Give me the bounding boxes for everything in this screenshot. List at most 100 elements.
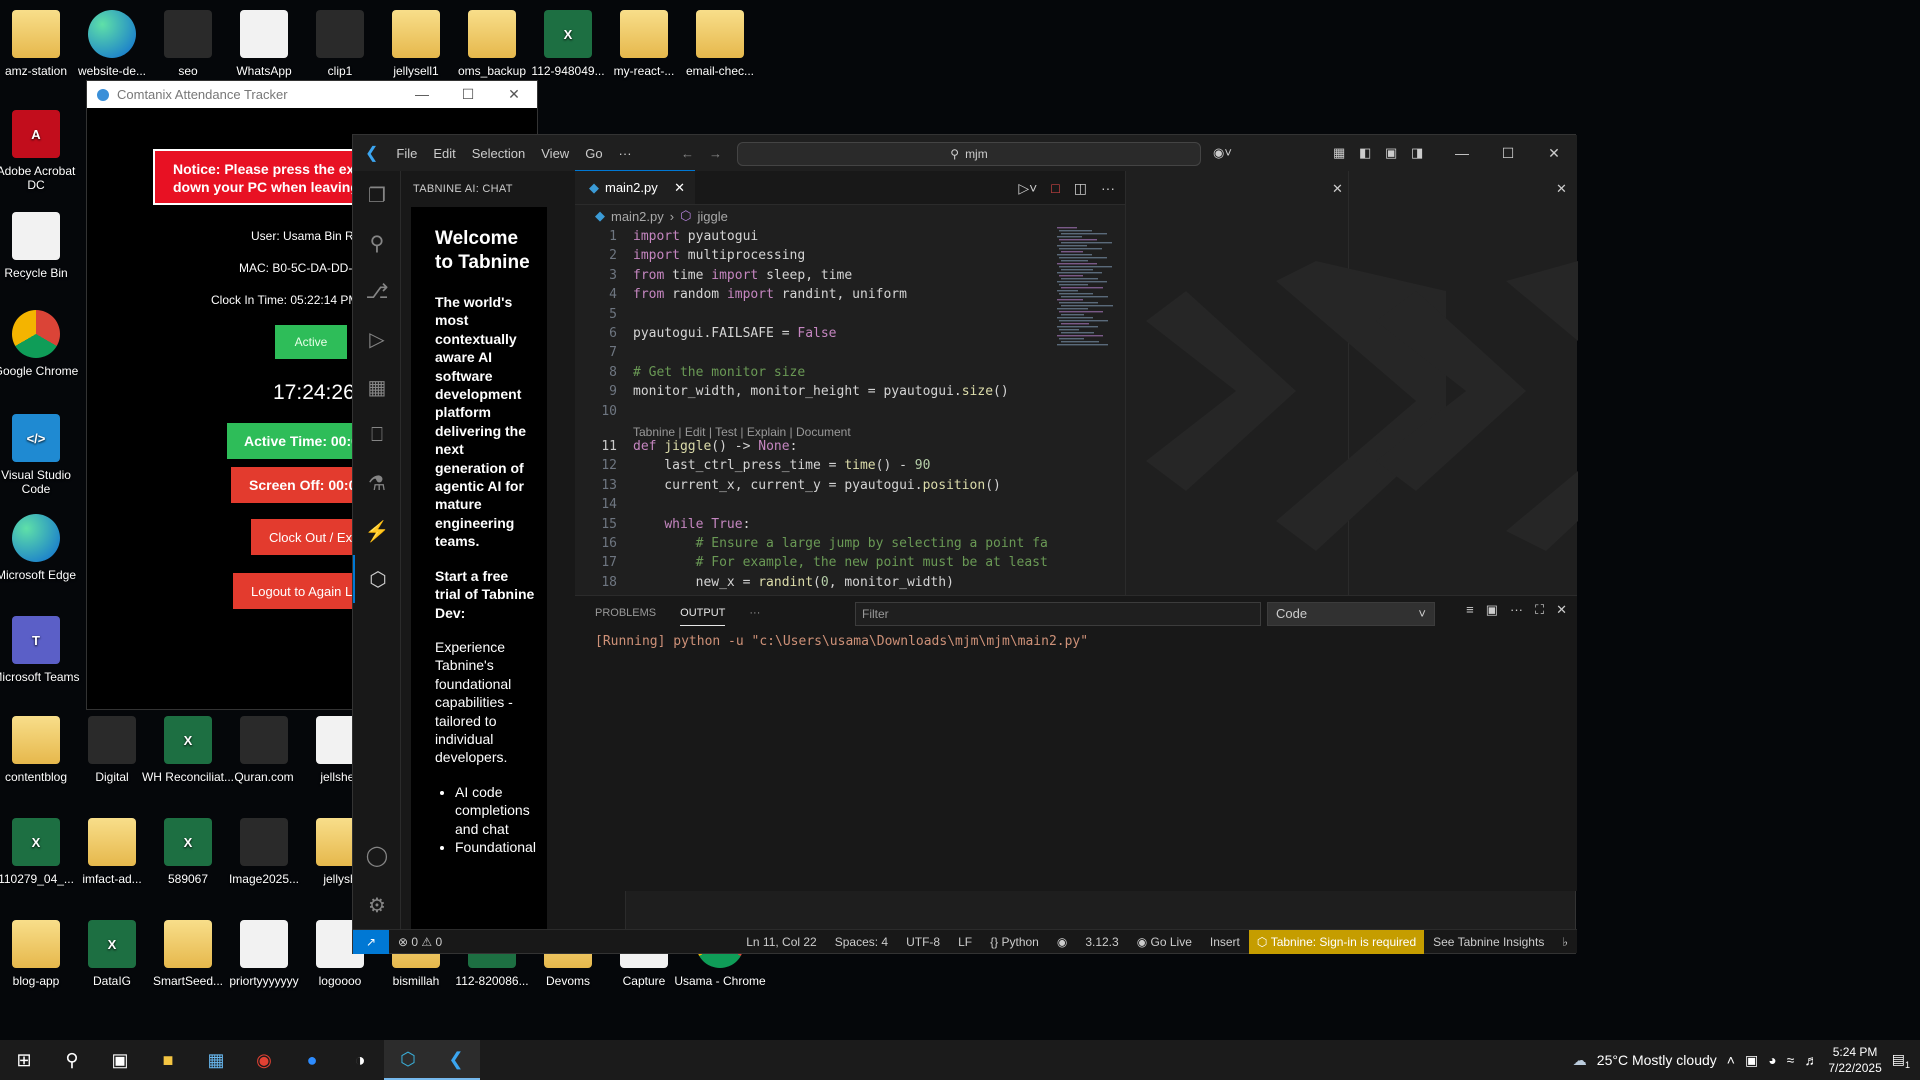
stop-icon[interactable]: □ bbox=[1051, 180, 1059, 196]
desktop-icon[interactable]: Google Chrome bbox=[0, 306, 84, 378]
indentation[interactable]: Spaces: 4 bbox=[826, 935, 897, 949]
minimap-line bbox=[1059, 311, 1103, 313]
back-arrow-icon[interactable]: ← bbox=[681, 146, 694, 161]
copilot-status-icon[interactable]: ◉ bbox=[1048, 935, 1076, 949]
command-search[interactable]: ⚲ mjm bbox=[737, 142, 1201, 166]
zoom-icon[interactable]: ● bbox=[288, 1040, 336, 1080]
output-channel-select[interactable]: Code ˅ bbox=[1267, 602, 1435, 626]
tray-app-icon[interactable]: ▣ bbox=[1745, 1052, 1758, 1069]
vscode-logo-icon: ❮ bbox=[365, 145, 379, 162]
more-actions-icon[interactable]: ··· bbox=[1101, 180, 1115, 196]
desktop-icon[interactable]: A Adobe Acrobat DC bbox=[0, 106, 84, 192]
menu-file[interactable]: File bbox=[388, 146, 425, 161]
notifications-bell-icon[interactable]: ♭ bbox=[1553, 935, 1577, 949]
desktop-icon[interactable]: Recycle Bin bbox=[0, 208, 84, 280]
run-icon[interactable]: ▷˅ bbox=[1018, 180, 1037, 197]
testing-icon[interactable]: ⚗ bbox=[353, 459, 401, 507]
file-explorer-icon[interactable]: ■ bbox=[144, 1040, 192, 1080]
explorer-icon[interactable]: ❐ bbox=[353, 171, 401, 219]
breadcrumb-symbol[interactable]: jiggle bbox=[697, 209, 727, 224]
wifi-icon[interactable]: ≈ bbox=[1787, 1052, 1795, 1068]
chevron-up-icon[interactable]: ˄ bbox=[1727, 1052, 1735, 1068]
status-active-button[interactable]: Active bbox=[275, 325, 347, 359]
python-version[interactable]: 3.12.3 bbox=[1076, 935, 1127, 949]
extensions-icon[interactable]: ▦ bbox=[353, 363, 401, 411]
maximize-panel-icon[interactable]: ⛶ bbox=[1535, 602, 1544, 618]
app-icon bbox=[97, 88, 109, 101]
menu-go[interactable]: Go bbox=[577, 146, 610, 161]
desktop-icon[interactable]: T Microsoft Teams bbox=[0, 612, 84, 684]
tab-problems[interactable]: PROBLEMS bbox=[595, 607, 656, 619]
minimize-icon[interactable]: — bbox=[399, 86, 445, 103]
search-icon[interactable]: ⚲ bbox=[353, 219, 401, 267]
code-line: monitor_width, monitor_height = pyautogu… bbox=[633, 384, 1009, 400]
go-live[interactable]: ◉ Go Live bbox=[1128, 935, 1201, 949]
desktop-icon[interactable]: </> Visual Studio Code bbox=[0, 410, 84, 496]
close-icon[interactable]: ✕ bbox=[1531, 135, 1577, 171]
tabnine-signin-status[interactable]: ⬡ Tabnine: Sign-in is required bbox=[1248, 929, 1425, 954]
minimap-line bbox=[1057, 344, 1108, 346]
desktop-icon[interactable]: email-chec... bbox=[672, 6, 768, 78]
task-view-icon[interactable]: ▣ bbox=[96, 1040, 144, 1080]
mac-label: MAC: B0-5C-DA-DD- bbox=[239, 261, 353, 275]
doc-icon bbox=[12, 212, 60, 260]
output-filter-input[interactable]: Filter bbox=[855, 602, 1261, 626]
status-bar: ↗ ⊗ 0 ⚠ 0 Ln 11, Col 22 Spaces: 4 UTF-8 … bbox=[353, 929, 1577, 954]
folder-icon bbox=[696, 10, 744, 58]
menu-edit[interactable]: Edit bbox=[425, 146, 463, 161]
copilot-icon[interactable]: ◉˅ bbox=[1213, 145, 1232, 161]
clock[interactable]: 5:24 PM 7/22/2025 bbox=[1828, 1044, 1881, 1076]
menu-selection[interactable]: Selection bbox=[464, 146, 533, 161]
run-debug-icon[interactable]: ▷ bbox=[353, 315, 401, 363]
minimize-icon[interactable]: — bbox=[1439, 135, 1485, 171]
app-icon[interactable]: ◑ bbox=[336, 1040, 384, 1080]
close-panel-icon[interactable]: ✕ bbox=[1556, 602, 1567, 618]
windows-start-icon[interactable]: ⊞ bbox=[0, 1040, 48, 1080]
menu-more[interactable]: ··· bbox=[611, 146, 640, 161]
source-control-icon[interactable]: ⎇ bbox=[353, 267, 401, 315]
layout-icon[interactable]: ▦ bbox=[1333, 145, 1345, 161]
forward-arrow-icon[interactable]: → bbox=[709, 146, 722, 161]
language-mode[interactable]: {} Python bbox=[981, 935, 1048, 949]
toggle-panel-icon[interactable]: ▣ bbox=[1385, 145, 1397, 161]
chrome-icon[interactable]: ◉ bbox=[240, 1040, 288, 1080]
more-actions-icon[interactable]: ··· bbox=[1510, 602, 1523, 618]
tabnine-insights[interactable]: See Tabnine Insights bbox=[1424, 935, 1553, 949]
end-of-line[interactable]: LF bbox=[949, 935, 981, 949]
split-editor-icon[interactable]: ◫ bbox=[1074, 180, 1087, 197]
notification-icon[interactable]: ▤1 bbox=[1892, 1051, 1910, 1070]
store-icon[interactable]: ▦ bbox=[192, 1040, 240, 1080]
cursor-position[interactable]: Ln 11, Col 22 bbox=[737, 935, 826, 949]
minimap-line bbox=[1061, 305, 1113, 307]
clear-output-icon[interactable]: ≡ bbox=[1466, 602, 1474, 618]
weather[interactable]: 25°C Mostly cloudy bbox=[1597, 1052, 1717, 1068]
account-icon[interactable]: ◯ bbox=[353, 831, 401, 879]
network-icon[interactable]: ◕ bbox=[1768, 1052, 1776, 1068]
problems-indicator[interactable]: ⊗ 0 ⚠ 0 bbox=[389, 935, 451, 949]
tab-output[interactable]: OUTPUT bbox=[680, 607, 726, 626]
encoding[interactable]: UTF-8 bbox=[897, 935, 949, 949]
maximize-icon[interactable]: ☐ bbox=[1485, 135, 1531, 171]
desktop-icon[interactable]: Microsoft Edge bbox=[0, 510, 84, 582]
lock-icon[interactable]: ▣ bbox=[1486, 602, 1498, 618]
insert-mode[interactable]: Insert bbox=[1201, 935, 1249, 949]
attendance-app-icon[interactable]: ⬡ bbox=[384, 1040, 432, 1080]
settings-gear-icon[interactable]: ⚙ bbox=[353, 881, 401, 929]
close-tab-icon[interactable]: ✕ bbox=[674, 180, 685, 196]
remote-explorer-icon[interactable]: ⎕ bbox=[353, 411, 401, 459]
search-icon[interactable]: ⚲ bbox=[48, 1040, 96, 1080]
toggle-secondary-icon[interactable]: ◨ bbox=[1411, 145, 1423, 161]
breadcrumb-file[interactable]: main2.py bbox=[611, 209, 664, 224]
remote-icon[interactable]: ↗ bbox=[353, 929, 389, 954]
menu-view[interactable]: View bbox=[533, 146, 577, 161]
tab-main2-py[interactable]: ◆ main2.py ✕ bbox=[575, 170, 695, 204]
tabnine-icon[interactable]: ⬡ bbox=[353, 555, 401, 603]
close-icon[interactable]: ✕ bbox=[491, 86, 537, 103]
maximize-icon[interactable]: ☐ bbox=[445, 86, 491, 103]
vscode-taskbar-icon[interactable]: ❮ bbox=[432, 1040, 480, 1080]
panel-more-icon[interactable]: ··· bbox=[749, 607, 760, 619]
minimap[interactable] bbox=[1055, 227, 1115, 357]
lightning-icon[interactable]: ⚡ bbox=[353, 507, 401, 555]
volume-icon[interactable]: ♬ bbox=[1804, 1052, 1818, 1068]
toggle-sidebar-icon[interactable]: ◧ bbox=[1359, 145, 1371, 161]
